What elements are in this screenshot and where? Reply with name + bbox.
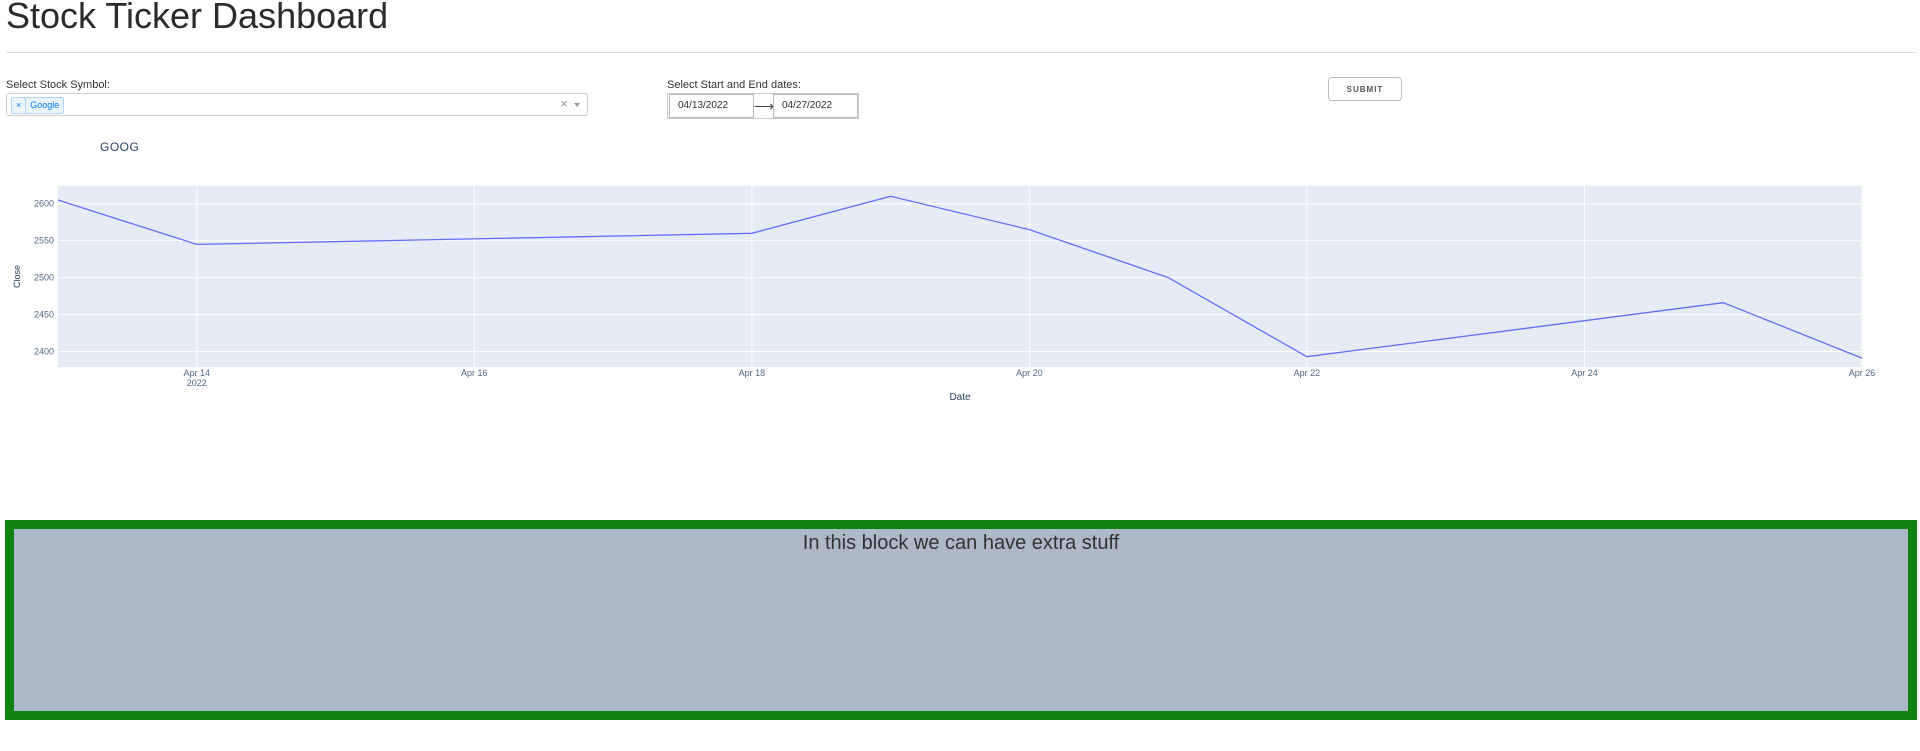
x-tick-label: Apr 22 xyxy=(1294,368,1321,378)
remove-chip-icon[interactable]: × xyxy=(12,98,27,113)
stock-symbol-dropdown[interactable]: × Google × xyxy=(6,93,588,116)
x-tick-label: Apr 26 xyxy=(1849,368,1876,378)
symbol-label: Select Stock Symbol: xyxy=(6,79,110,91)
chart-title: GOOG xyxy=(100,140,139,154)
x-tick-label: Apr 24 xyxy=(1571,368,1598,378)
clear-icon[interactable]: × xyxy=(560,96,568,111)
x-tick-year-label: 2022 xyxy=(187,378,207,388)
start-date-input[interactable]: 04/13/2022 xyxy=(669,94,754,118)
x-tick-label: Apr 20 xyxy=(1016,368,1043,378)
y-tick-label: 2600 xyxy=(34,199,54,209)
y-tick-label: 2500 xyxy=(34,273,54,283)
chart-svg: GOOG 2400 2450 2500 2550 2600 Apr 14 Apr 16 Apr … xyxy=(12,140,1876,403)
date-range-label: Select Start and End dates: xyxy=(667,79,801,91)
x-tick-label: Apr 18 xyxy=(739,368,766,378)
extra-block-text: In this block we can have extra stuff xyxy=(802,532,1120,554)
extra-content-block: In this block we can have extra stuff xyxy=(5,520,1917,720)
arrow-right-icon: ⟶ xyxy=(754,97,775,114)
submit-button[interactable]: SUBMIT xyxy=(1328,77,1402,101)
chevron-down-icon[interactable] xyxy=(574,103,580,107)
page-title: Stock Ticker Dashboard xyxy=(6,0,389,36)
selected-symbol-chip: × Google xyxy=(11,97,65,114)
chip-label: Google xyxy=(30,100,60,110)
y-axis-title: Close xyxy=(12,265,22,288)
x-axis-title: Date xyxy=(949,392,971,403)
y-tick-label: 2400 xyxy=(34,346,54,356)
y-tick-label: 2550 xyxy=(34,236,54,246)
x-tick-label: Apr 14 xyxy=(184,368,211,378)
end-date-input[interactable]: 04/27/2022 xyxy=(773,94,858,118)
date-range-picker: 04/13/2022 ⟶ 04/27/2022 xyxy=(667,93,859,119)
x-tick-label: Apr 16 xyxy=(461,368,488,378)
header-divider xyxy=(6,52,1916,53)
stock-chart: GOOG 2400 2450 2500 2550 2600 Apr 14 Apr 16 Apr … xyxy=(0,135,1920,415)
y-tick-label: 2450 xyxy=(34,310,54,320)
